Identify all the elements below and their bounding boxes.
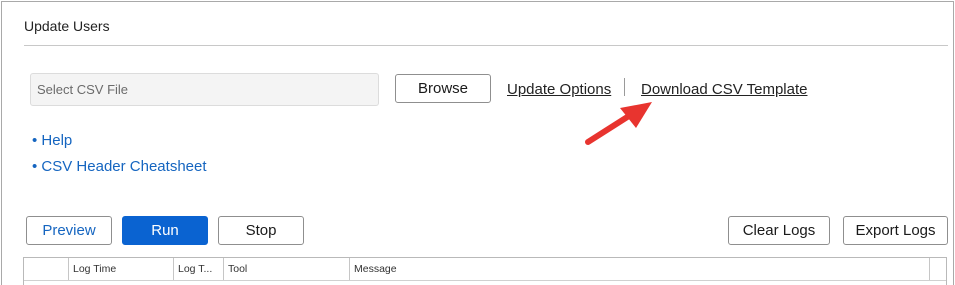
download-csv-template-link[interactable]: Download CSV Template [641, 81, 807, 98]
column-header-select[interactable] [24, 258, 69, 280]
stop-button[interactable]: Stop [218, 216, 304, 245]
red-arrow-icon [585, 102, 652, 145]
export-logs-button[interactable]: Export Logs [843, 216, 948, 245]
column-header-spacer [930, 258, 947, 280]
browse-button[interactable]: Browse [395, 74, 491, 103]
update-options-link[interactable]: Update Options [507, 81, 611, 98]
grid-header-divider [24, 280, 946, 281]
preview-button[interactable]: Preview [26, 216, 112, 245]
log-grid: Log Time Log T... Tool Message [23, 257, 947, 285]
column-header-message[interactable]: Message [350, 258, 930, 280]
column-header-log-time[interactable]: Log Time [69, 258, 174, 280]
title-divider [24, 45, 948, 46]
link-separator [624, 78, 625, 96]
update-users-panel: Update Users Browse Update Options Downl… [1, 1, 954, 285]
run-button[interactable]: Run [122, 216, 208, 245]
column-header-log-type[interactable]: Log T... [174, 258, 224, 280]
clear-logs-button[interactable]: Clear Logs [728, 216, 830, 245]
csv-header-cheatsheet-link[interactable]: • CSV Header Cheatsheet [32, 158, 207, 175]
panel-title: Update Users [24, 18, 110, 34]
column-header-tool[interactable]: Tool [224, 258, 350, 280]
help-link[interactable]: • Help [32, 132, 72, 149]
csv-file-input[interactable] [30, 73, 379, 106]
